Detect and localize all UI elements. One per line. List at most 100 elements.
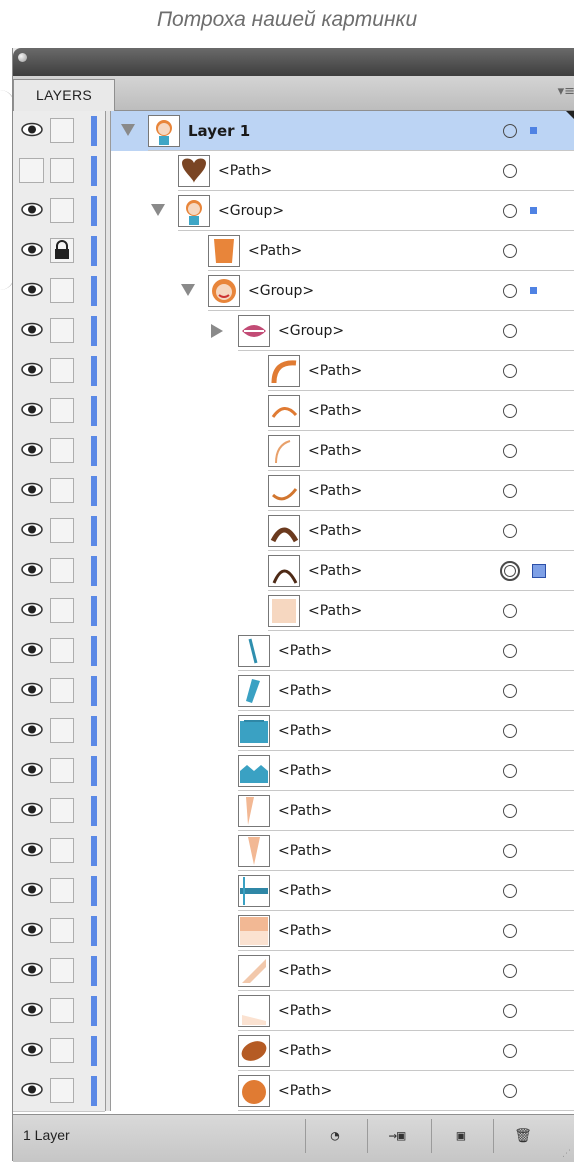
layer-row[interactable]: <Path>: [13, 471, 574, 512]
close-panel-icon[interactable]: [18, 53, 27, 62]
visibility-eye-icon[interactable]: [21, 442, 43, 457]
layer-content[interactable]: <Path>: [111, 511, 574, 551]
lock-toggle-empty[interactable]: [50, 278, 74, 303]
layer-row[interactable]: <Path>: [13, 831, 574, 872]
visibility-eye-icon[interactable]: [21, 922, 43, 937]
visibility-eye-icon[interactable]: [21, 362, 43, 377]
target-circle-icon[interactable]: [503, 764, 517, 778]
target-circle-icon[interactable]: [503, 924, 517, 938]
visibility-eye-icon[interactable]: [21, 402, 43, 417]
layer-row[interactable]: <Path>: [13, 631, 574, 672]
layer-row[interactable]: <Path>: [13, 671, 574, 712]
expanded-arrow-icon[interactable]: [151, 204, 165, 216]
layer-name[interactable]: <Path>: [248, 231, 302, 271]
visibility-eye-icon[interactable]: [21, 522, 43, 537]
layer-content[interactable]: Layer 1: [111, 111, 574, 151]
layer-content[interactable]: <Path>: [111, 831, 574, 871]
layer-name[interactable]: <Path>: [278, 871, 332, 911]
lock-toggle-empty[interactable]: [50, 1078, 74, 1103]
layer-name[interactable]: <Path>: [278, 631, 332, 671]
layer-content[interactable]: <Group>: [111, 191, 574, 231]
tab-layers[interactable]: LAYERS: [13, 79, 115, 111]
target-circle-icon[interactable]: [503, 364, 517, 378]
layer-name[interactable]: <Path>: [308, 511, 362, 551]
lock-toggle-empty[interactable]: [50, 358, 74, 383]
target-circle-icon[interactable]: [503, 604, 517, 618]
layer-row[interactable]: <Path>: [13, 991, 574, 1032]
visibility-eye-icon[interactable]: [21, 602, 43, 617]
visibility-eye-icon[interactable]: [21, 642, 43, 657]
layer-name[interactable]: <Group>: [278, 311, 344, 351]
lock-toggle-empty[interactable]: [50, 438, 74, 463]
layer-name[interactable]: <Path>: [278, 1071, 332, 1111]
visibility-eye-icon[interactable]: [21, 682, 43, 697]
target-circle-icon[interactable]: [503, 324, 517, 338]
layer-content[interactable]: <Path>: [111, 951, 574, 991]
target-circle-icon[interactable]: [503, 844, 517, 858]
lock-toggle-empty[interactable]: [50, 398, 74, 423]
layer-row[interactable]: <Path>: [13, 1031, 574, 1072]
layer-row[interactable]: <Path>: [13, 231, 574, 272]
layer-content[interactable]: <Path>: [111, 751, 574, 791]
visibility-eye-icon[interactable]: [21, 882, 43, 897]
visibility-eye-icon[interactable]: [21, 482, 43, 497]
visibility-eye-icon[interactable]: [21, 802, 43, 817]
layer-content[interactable]: <Path>: [111, 631, 574, 671]
make-clipping-mask-button[interactable]: →▣: [367, 1119, 426, 1153]
delete-layer-button[interactable]: 🗑: [493, 1119, 552, 1153]
layer-row[interactable]: <Path>: [13, 151, 574, 192]
layer-row[interactable]: <Group>: [13, 271, 574, 312]
layer-row[interactable]: <Path>: [13, 591, 574, 632]
layer-content[interactable]: <Path>: [111, 991, 574, 1031]
lock-toggle-empty[interactable]: [50, 158, 74, 183]
lock-toggle-empty[interactable]: [50, 118, 74, 143]
layer-content[interactable]: <Path>: [111, 151, 574, 191]
selection-square-icon[interactable]: [530, 127, 537, 134]
target-circle-icon[interactable]: [503, 964, 517, 978]
layer-row[interactable]: <Group>: [13, 311, 574, 352]
layer-name[interactable]: <Path>: [308, 391, 362, 431]
visibility-eye-icon[interactable]: [21, 122, 43, 137]
lock-toggle-empty[interactable]: [50, 958, 74, 983]
locate-object-button[interactable]: ◔: [305, 1119, 364, 1153]
layer-name[interactable]: <Path>: [278, 991, 332, 1031]
layer-row[interactable]: <Path>: [13, 751, 574, 792]
selection-square-icon[interactable]: [530, 207, 537, 214]
layer-content[interactable]: <Path>: [111, 391, 574, 431]
layer-row[interactable]: <Path>: [13, 791, 574, 832]
lock-toggle-empty[interactable]: [50, 838, 74, 863]
layer-name[interactable]: Layer 1: [188, 111, 250, 151]
target-circle-icon[interactable]: [503, 684, 517, 698]
layer-content[interactable]: <Path>: [111, 471, 574, 511]
target-circle-icon[interactable]: [503, 524, 517, 538]
layer-name[interactable]: <Path>: [278, 791, 332, 831]
target-circle-icon[interactable]: [503, 484, 517, 498]
lock-toggle-empty[interactable]: [50, 478, 74, 503]
target-circle-icon[interactable]: [500, 561, 520, 581]
layer-row[interactable]: <Path>: [13, 391, 574, 432]
target-circle-icon[interactable]: [503, 164, 517, 178]
target-circle-icon[interactable]: [503, 804, 517, 818]
visibility-eye-icon[interactable]: [21, 1002, 43, 1017]
layer-row[interactable]: <Path>: [13, 511, 574, 552]
layer-name[interactable]: <Path>: [308, 431, 362, 471]
target-circle-icon[interactable]: [503, 244, 517, 258]
lock-toggle-empty[interactable]: [50, 998, 74, 1023]
layer-content[interactable]: <Path>: [111, 711, 574, 751]
panel-menu-icon[interactable]: ▾≡: [558, 84, 574, 99]
layer-name[interactable]: <Path>: [278, 711, 332, 751]
target-circle-icon[interactable]: [503, 1004, 517, 1018]
layer-name[interactable]: <Path>: [278, 751, 332, 791]
layer-content[interactable]: <Path>: [111, 911, 574, 951]
visibility-eye-icon[interactable]: [21, 962, 43, 977]
layer-row[interactable]: <Path>: [13, 351, 574, 392]
collapsed-arrow-icon[interactable]: [211, 324, 223, 338]
layer-content[interactable]: <Path>: [111, 551, 574, 591]
layer-content[interactable]: <Group>: [111, 271, 574, 311]
layer-name[interactable]: <Path>: [278, 951, 332, 991]
visibility-eye-icon[interactable]: [21, 762, 43, 777]
target-circle-icon[interactable]: [503, 204, 517, 218]
layer-content[interactable]: <Path>: [111, 351, 574, 391]
layer-content[interactable]: <Path>: [111, 1031, 574, 1071]
layer-name[interactable]: <Path>: [278, 911, 332, 951]
